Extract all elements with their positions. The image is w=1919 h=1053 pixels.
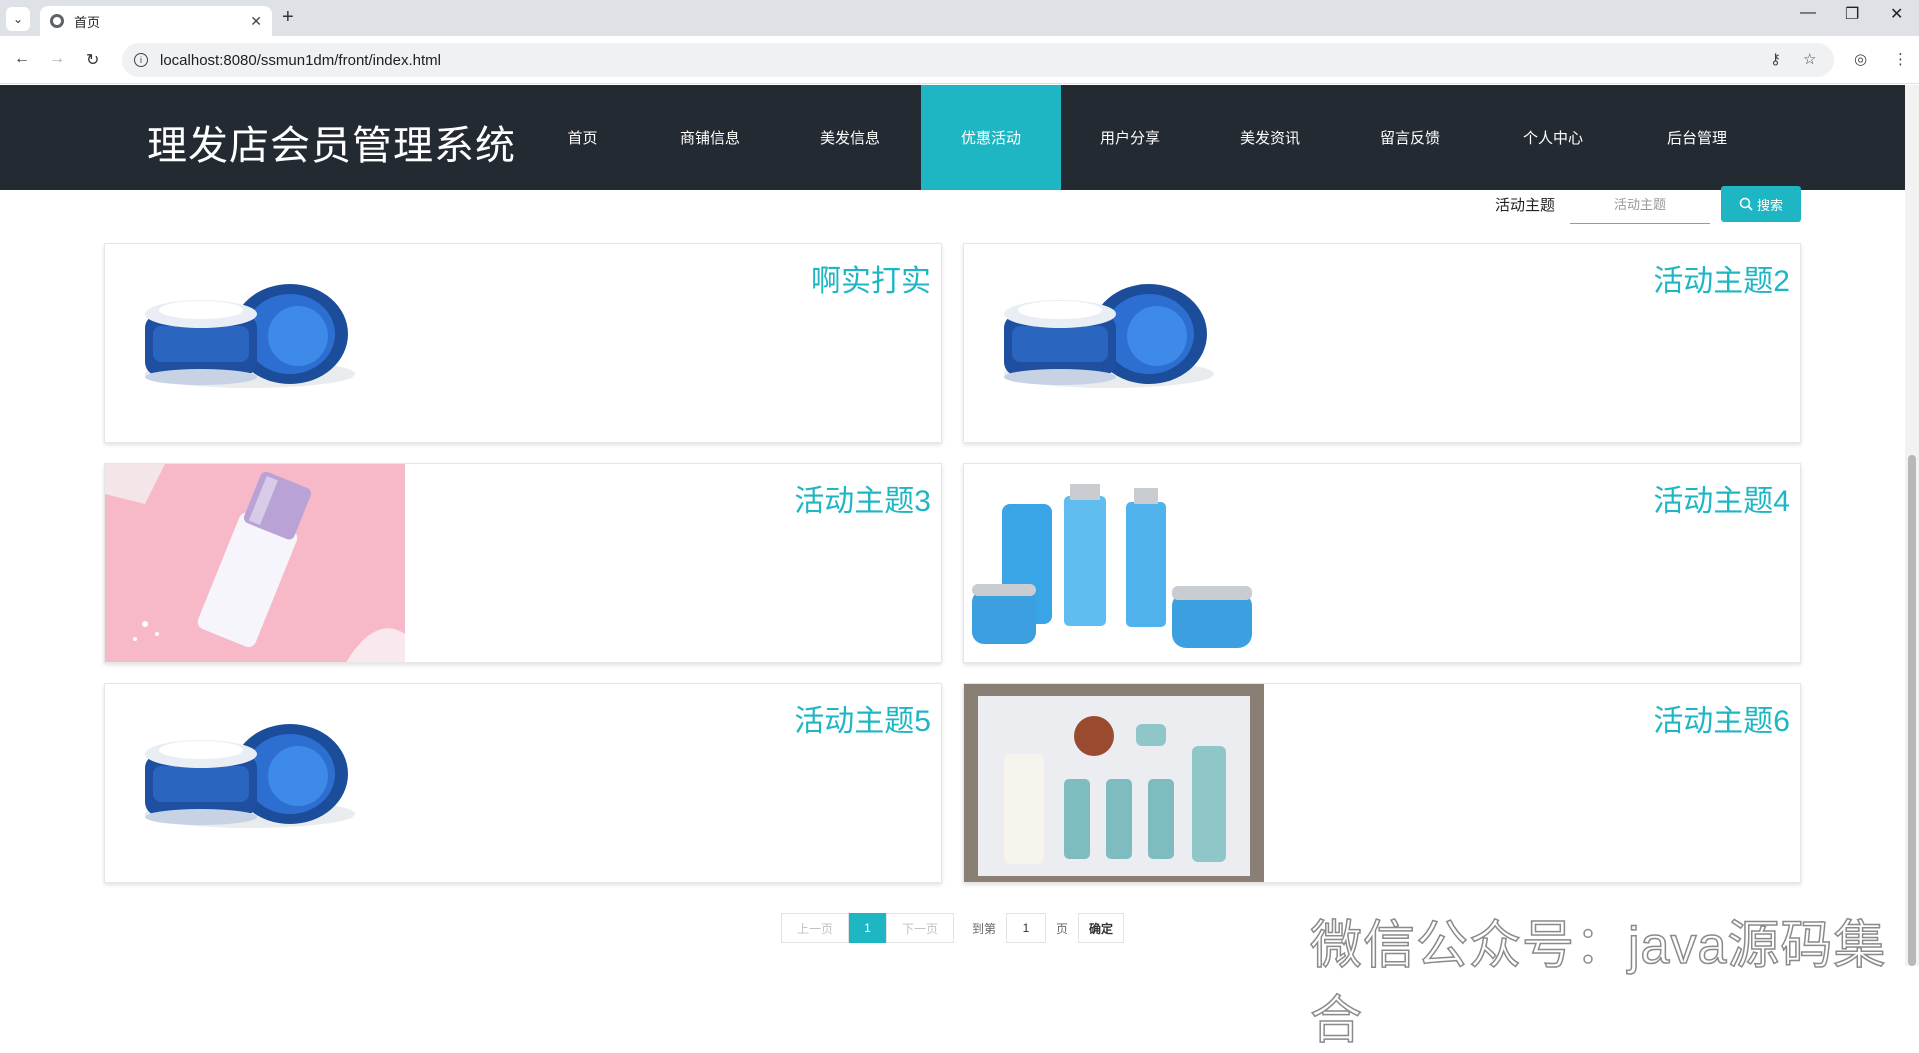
restore-icon[interactable]: ❐: [1845, 4, 1859, 24]
nav-feedback[interactable]: 留言反馈: [1365, 85, 1455, 190]
nav-admin[interactable]: 后台管理: [1652, 85, 1742, 190]
blue-cream-jar-image: [145, 724, 355, 828]
nav-hair-news[interactable]: 美发资讯: [1225, 85, 1315, 190]
address-bar: ← → ↻ i localhost:8080/ssmun1dm/front/in…: [0, 36, 1919, 84]
close-window-icon[interactable]: ✕: [1890, 4, 1903, 24]
nav-shop-info[interactable]: 商铺信息: [665, 85, 755, 190]
nav-personal-center[interactable]: 个人中心: [1508, 85, 1598, 190]
promo-card-title: 活动主题5: [794, 705, 931, 738]
promo-card-title: 活动主题6: [1653, 705, 1790, 738]
page-1-button[interactable]: 1: [849, 913, 886, 943]
browser-tab[interactable]: 首页 ✕: [40, 6, 272, 36]
nav-home[interactable]: 首页: [540, 85, 625, 190]
tab-close-icon[interactable]: ✕: [250, 13, 262, 30]
bookmark-star-icon[interactable]: ☆: [1803, 50, 1816, 68]
promo-card-6[interactable]: 活动主题6: [963, 683, 1801, 883]
blue-skincare-set-image: [964, 464, 1264, 662]
pink-lotion-bottle-image: [105, 464, 405, 662]
site-info-icon[interactable]: i: [134, 53, 148, 67]
boxed-skincare-set-image: [964, 684, 1264, 882]
url-text: localhost:8080/ssmun1dm/front/index.html: [160, 51, 441, 69]
search-label: 活动主题: [1495, 197, 1556, 214]
promo-card-3[interactable]: 活动主题3: [104, 463, 942, 663]
menu-icon[interactable]: ⋮: [1893, 50, 1908, 68]
nav-hair-info[interactable]: 美发信息: [805, 85, 895, 190]
scrollbar-thumb[interactable]: [1908, 455, 1916, 966]
back-icon[interactable]: ←: [14, 50, 30, 68]
password-key-icon[interactable]: ⚷: [1770, 50, 1781, 68]
profile-icon[interactable]: ◎: [1854, 50, 1867, 68]
minimize-icon[interactable]: —: [1800, 4, 1816, 22]
goto-label: 到第: [971, 921, 996, 936]
blue-cream-jar-image: [145, 284, 355, 388]
promo-card-title: 活动主题3: [794, 485, 931, 518]
nav-user-share[interactable]: 用户分享: [1085, 85, 1175, 190]
prev-page-button[interactable]: 上一页: [781, 913, 849, 943]
blue-cream-jar-image: [1004, 284, 1214, 388]
search-button[interactable]: 搜索: [1721, 186, 1801, 222]
promo-card-2[interactable]: 活动主题2: [963, 243, 1801, 443]
page-unit-label: 页: [1055, 921, 1068, 936]
search-input[interactable]: [1570, 186, 1710, 224]
url-bar[interactable]: i localhost:8080/ssmun1dm/front/index.ht…: [122, 43, 1834, 77]
globe-icon: [50, 14, 64, 28]
forward-icon[interactable]: →: [49, 50, 65, 68]
promo-card-1[interactable]: 啊实打实: [104, 243, 942, 443]
search-icon: [1739, 197, 1753, 211]
site-title: 理发店会员管理系统: [147, 124, 516, 168]
promo-card-title: 啊实打实: [811, 265, 931, 298]
search-button-label: 搜索: [1756, 197, 1783, 213]
goto-page-input[interactable]: 1: [1006, 913, 1046, 943]
new-tab-icon[interactable]: +: [282, 6, 294, 29]
promo-card-4[interactable]: 活动主题4: [963, 463, 1801, 663]
tab-list-icon[interactable]: ⌄: [6, 7, 30, 31]
site-header: 理发店会员管理系统 首页 商铺信息 美发信息 优惠活动 用户分享 美发资讯 留言…: [0, 85, 1905, 190]
goto-confirm-button[interactable]: 确定: [1078, 913, 1124, 943]
next-page-button[interactable]: 下一页: [886, 913, 954, 943]
nav-promotions[interactable]: 优惠活动: [921, 85, 1061, 190]
promo-card-title: 活动主题4: [1653, 485, 1790, 518]
promo-card-5[interactable]: 活动主题5: [104, 683, 942, 883]
watermark-text: 微信公众号：java源码集合: [1309, 916, 1887, 1051]
tab-title: 首页: [74, 14, 101, 30]
promo-card-title: 活动主题2: [1653, 265, 1790, 298]
browser-tab-bar: ⌄ 首页 ✕ + — ❐ ✕: [0, 0, 1919, 36]
reload-icon[interactable]: ↻: [86, 50, 99, 70]
